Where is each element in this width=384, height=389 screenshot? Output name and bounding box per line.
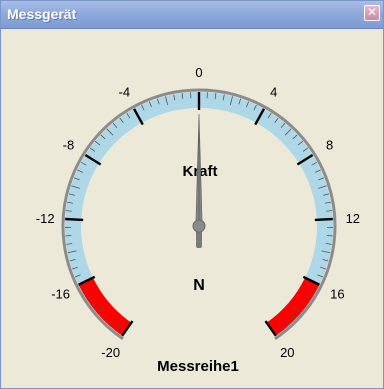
warning-range-low	[78, 277, 132, 336]
title-bar[interactable]: Messgerät ✕	[1, 1, 383, 29]
gauge-needle	[192, 113, 206, 248]
tick-label: -4	[119, 84, 131, 99]
tick-label: 4	[270, 84, 277, 99]
messgeraet-window: Messgerät ✕ -20-16-12-8-4048121620 Kraft…	[0, 0, 384, 389]
tick-label: -20	[101, 345, 120, 360]
major-tick	[65, 217, 84, 222]
close-icon: ✕	[366, 5, 378, 19]
tick-label: 16	[330, 287, 344, 302]
gauge-panel: -20-16-12-8-4048121620 Kraft N Messreihe…	[1, 29, 383, 388]
series-label: Messreihe1	[157, 358, 239, 375]
tick-label: -12	[36, 211, 55, 226]
window-title: Messgerät	[7, 6, 77, 22]
major-tick	[314, 217, 333, 222]
warning-range-high	[266, 277, 320, 336]
tick-label: 8	[326, 137, 333, 152]
tick-label: 20	[280, 345, 294, 360]
unit-label: N	[193, 277, 205, 294]
close-button[interactable]: ✕	[364, 5, 380, 21]
gauge: -20-16-12-8-4048121620 Kraft N Messreihe…	[36, 65, 360, 375]
tick-label: 12	[346, 211, 360, 226]
tick-label: 0	[195, 65, 202, 80]
tick-label: -8	[63, 137, 75, 152]
tick-label: -16	[51, 287, 70, 302]
